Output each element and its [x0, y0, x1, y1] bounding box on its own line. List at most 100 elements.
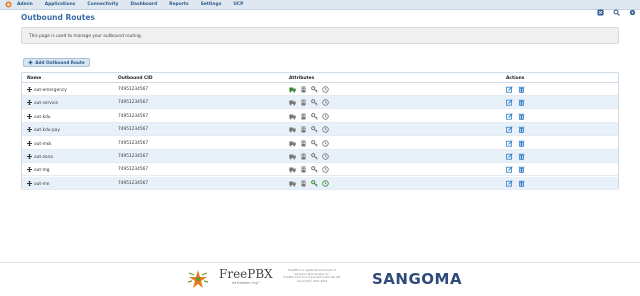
drag-handle-icon[interactable]: [27, 86, 32, 94]
table-header: Name Outbound CID Attributes Actions: [22, 73, 618, 83]
drag-handle-icon[interactable]: [27, 126, 32, 134]
edit-icon[interactable]: [506, 113, 513, 120]
route-name-cell: out-mg: [27, 167, 50, 174]
gear-icon[interactable]: [629, 1, 636, 16]
menu-connectivity[interactable]: Connectivity: [87, 2, 118, 7]
drag-handle-icon[interactable]: [27, 167, 32, 174]
outbound-cid-cell: 74951234567: [118, 140, 149, 146]
route-name: out-zona: [34, 155, 53, 160]
page-title: Outbound Routes: [21, 13, 95, 22]
emergency-truck-icon: [289, 86, 296, 93]
route-name: out-kdu-pay: [34, 128, 60, 134]
actions-cell: [506, 113, 525, 120]
delete-trash-icon[interactable]: [518, 86, 525, 93]
drag-handle-icon[interactable]: [27, 100, 32, 107]
table-row: out-mn 74951234567: [22, 176, 618, 190]
drag-handle-icon[interactable]: [27, 180, 32, 188]
info-text: This page is used to manage your outboun…: [29, 34, 143, 39]
edit-icon[interactable]: [506, 166, 513, 173]
delete-trash-icon[interactable]: [518, 166, 525, 174]
trunk-building-icon: [300, 126, 307, 133]
footer: FreePBX let freedom ring™ FreePBX is a r…: [0, 262, 640, 296]
edit-icon[interactable]: [506, 180, 513, 187]
column-name[interactable]: Name: [27, 76, 41, 81]
plus-icon: [28, 60, 33, 66]
route-name-cell: out-kdu-pay: [27, 126, 60, 134]
outbound-cid-cell: 74951234567: [118, 180, 149, 186]
edit-icon[interactable]: [506, 126, 513, 133]
delete-trash-icon[interactable]: [518, 180, 525, 187]
top-navigation-bar: Admin Applications Connectivity Dashboar…: [0, 0, 640, 16]
emergency-truck-icon: [289, 153, 296, 160]
table-row: out-emergency 74951234567: [22, 83, 618, 96]
legal-text: FreePBX is a registered trademark of San…: [283, 269, 341, 283]
freepbx-wordmark: FreePBX: [219, 267, 273, 281]
edit-icon[interactable]: [506, 153, 513, 160]
route-name-cell: out-msk: [27, 140, 52, 148]
trunk-building-icon: [300, 86, 307, 93]
outbound-cid-cell: 74951234567: [118, 167, 149, 173]
column-actions: Actions: [506, 76, 525, 81]
route-name: out-emergency: [34, 88, 67, 93]
add-outbound-route-label: Add Outbound Route: [35, 60, 85, 65]
route-name: out-service: [34, 101, 58, 107]
menu-applications[interactable]: Applications: [45, 2, 76, 7]
clock-icon: [322, 113, 329, 120]
clock-icon: [322, 86, 329, 93]
outbound-cid-cell: 74951234567: [118, 113, 149, 119]
route-name: out-mn: [34, 181, 50, 187]
freepbx-tagline: let freedom ring™: [232, 281, 261, 285]
search-icon[interactable]: [613, 1, 620, 16]
tool-icon[interactable]: [597, 1, 604, 16]
route-name: out-mg: [34, 168, 50, 174]
attributes-cell: [289, 86, 329, 93]
trunk-building-icon: [300, 180, 307, 187]
delete-trash-icon[interactable]: [518, 126, 525, 133]
trunk-building-icon: [300, 140, 307, 147]
edit-icon[interactable]: [506, 139, 513, 147]
attributes-cell: [289, 139, 329, 147]
drag-handle-icon[interactable]: [27, 153, 32, 161]
clock-icon: [322, 166, 329, 174]
route-name-cell: out-kdu: [27, 113, 51, 121]
freepbx-logo-icon[interactable]: [3, 1, 13, 9]
legal-line: Copyright© 2007-2018: [296, 279, 328, 283]
attributes-cell: [289, 126, 329, 133]
delete-trash-icon[interactable]: [518, 113, 525, 120]
trunk-building-icon: [300, 166, 307, 173]
table-row: out-msk 74951234567: [22, 136, 618, 150]
top-right-icons: [597, 1, 636, 16]
delete-trash-icon[interactable]: [518, 99, 525, 107]
attributes-cell: [289, 153, 329, 160]
menu-settings[interactable]: Settings: [201, 2, 222, 7]
menu-dashboard[interactable]: Dashboard: [130, 2, 157, 7]
actions-cell: [506, 126, 525, 133]
menu-admin[interactable]: Admin: [17, 2, 33, 7]
delete-trash-icon[interactable]: [518, 140, 525, 147]
emergency-truck-icon: [289, 99, 296, 106]
trunk-building-icon: [300, 113, 307, 120]
actions-cell: [506, 139, 525, 147]
emergency-truck-icon: [289, 126, 296, 133]
route-name-cell: out-mn: [27, 180, 50, 188]
trunk-building-icon: [300, 99, 307, 106]
info-box: This page is used to manage your outboun…: [21, 27, 619, 44]
table-row: out-mg 74951234567: [22, 163, 618, 177]
actions-cell: [506, 153, 525, 160]
menu-reports[interactable]: Reports: [169, 2, 188, 7]
drag-handle-icon[interactable]: [27, 140, 32, 148]
delete-trash-icon[interactable]: [518, 153, 525, 160]
drag-handle-icon[interactable]: [27, 113, 32, 121]
route-name: out-msk: [34, 141, 52, 147]
column-outbound-cid[interactable]: Outbound CID: [118, 76, 153, 81]
edit-icon[interactable]: [506, 86, 513, 93]
key-icon: [311, 153, 318, 160]
key-icon: [311, 179, 318, 187]
actions-cell: [506, 86, 525, 93]
table-row: out-service 74951234567: [22, 96, 618, 110]
route-name: out-kdu: [34, 114, 51, 120]
add-outbound-route-button[interactable]: Add Outbound Route: [23, 58, 90, 67]
trunk-building-icon: [300, 153, 307, 160]
edit-icon[interactable]: [506, 99, 513, 106]
menu-ucp[interactable]: UCP: [233, 2, 243, 7]
